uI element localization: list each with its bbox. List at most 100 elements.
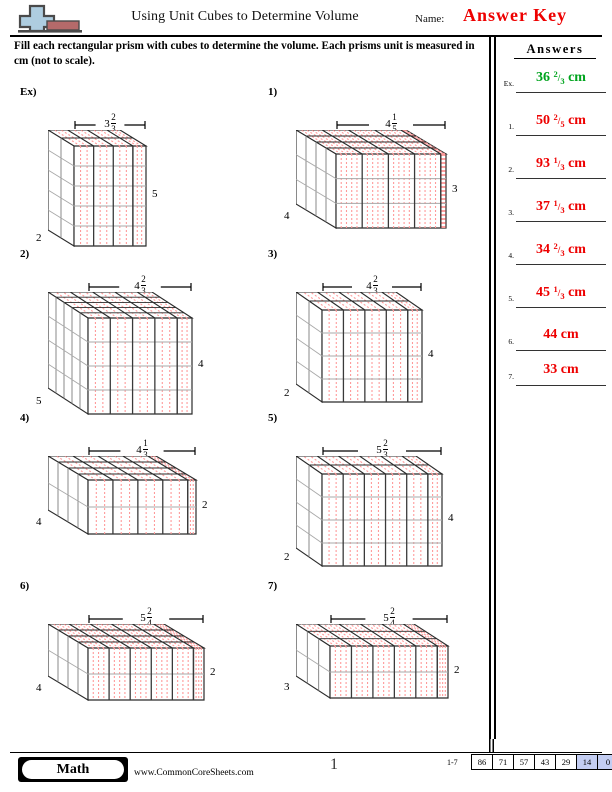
site-url: www.CommonCoreSheets.com (134, 768, 254, 778)
answer-value: 33 cm (543, 362, 579, 377)
height-dimension-label: 2 (454, 664, 460, 676)
problem-number: 6) (20, 580, 30, 592)
height-dimension-label: 3 (452, 183, 458, 195)
width-whole: 5 (376, 444, 382, 457)
prism-figure (296, 130, 476, 258)
answer-write-line (516, 221, 606, 223)
depth-dimension-label: 5 (36, 395, 42, 407)
problem-number: Ex) (20, 86, 37, 98)
score-scale: 86 71 57 43 29 14 0 (471, 754, 612, 770)
height-dimension-label: 5 (152, 188, 158, 200)
answer-write-line (516, 264, 606, 266)
width-whole: 5 (140, 612, 146, 625)
answers-heading: Answers (526, 42, 584, 56)
depth-dimension-label: 4 (284, 210, 290, 222)
header-divider (10, 35, 602, 37)
answer-row-number: 2. (508, 165, 514, 174)
problem-2: 2) 423 4 5 (14, 248, 249, 416)
answer-row-number: 6. (508, 337, 514, 346)
depth-dimension-label: 2 (284, 387, 290, 399)
height-dimension-label: 4 (448, 512, 454, 524)
score-cell: 29 (555, 754, 577, 770)
width-whole: 4 (134, 280, 140, 293)
width-dimension-bracket: 415 (336, 108, 446, 133)
answer-value: 36 2/3 cm (536, 69, 586, 86)
answer-write-line (516, 307, 606, 309)
prism-figure (296, 292, 452, 432)
answer-row: 3. 37 1/3 cm (499, 193, 609, 227)
answer-write-line (516, 92, 606, 94)
width-whole: 4 (136, 444, 142, 457)
score-pointer (489, 739, 495, 753)
prism-figure (296, 624, 478, 728)
answer-row-number: Ex. (503, 79, 514, 88)
answer-row: 7. 33 cm (499, 357, 609, 391)
score-cell: 86 (471, 754, 493, 770)
problem-number: 7) (268, 580, 278, 592)
subject-badge: Math (18, 757, 128, 782)
plus-block-logo-icon (16, 3, 94, 35)
width-whole: 3 (104, 118, 110, 131)
height-dimension-label: 4 (428, 348, 434, 360)
width-dimension-bracket: 524 (330, 602, 448, 627)
width-dimension-bracket: 523 (322, 434, 442, 459)
answer-row-number: 4. (508, 251, 514, 260)
answer-row: 1. 50 2/5 cm (499, 107, 609, 141)
answer-value: 45 1/3 cm (536, 284, 586, 301)
depth-dimension-label: 3 (284, 681, 290, 693)
width-dimension-bracket: 323 (74, 108, 146, 133)
answer-value: 44 cm (543, 327, 579, 342)
prism-figure (296, 456, 472, 596)
width-dimension-bracket: 413 (88, 434, 196, 459)
width-whole: 4 (366, 280, 372, 293)
width-whole: 4 (385, 118, 391, 131)
page-number: 1 (330, 756, 338, 773)
problem-3: 3) 423 4 2 (262, 248, 497, 413)
width-dimension-bracket: 423 (322, 270, 422, 295)
problem-number: 3) (268, 248, 278, 260)
width-whole: 5 (383, 612, 389, 625)
answers-heading-underline (514, 58, 596, 60)
width-dimension-bracket: 423 (88, 270, 192, 295)
worksheet-page: Using Unit Cubes to Determine Volume Nam… (0, 0, 612, 792)
answer-key-badge: Answer Key (463, 5, 568, 25)
depth-dimension-label: 2 (36, 232, 42, 244)
answer-write-line (516, 135, 606, 137)
problem-6: 6) 524 2 4 (14, 580, 249, 745)
width-dimension-bracket: 524 (88, 602, 204, 627)
answer-row-number: 3. (508, 208, 514, 217)
answer-row-number: 7. (508, 372, 514, 381)
prism-figure (48, 624, 234, 730)
height-dimension-label: 2 (210, 666, 216, 678)
answer-value: 37 1/3 cm (536, 198, 586, 215)
prism-figure (48, 456, 226, 564)
answer-write-line (516, 385, 606, 387)
depth-dimension-label: 4 (36, 516, 42, 528)
score-cell: 0 (597, 754, 612, 770)
page-title: Using Unit Cubes to Determine Volume (131, 9, 359, 24)
instructions-text: Fill each rectangular prism with cubes t… (14, 40, 475, 67)
answer-value: 50 2/5 cm (536, 112, 586, 129)
problem-number: 4) (20, 412, 30, 424)
answer-write-line (516, 178, 606, 180)
problem-7: 7) 524 2 3 (262, 580, 497, 745)
name-label: Name: (415, 13, 445, 25)
depth-dimension-label: 2 (284, 551, 290, 563)
problem-number: 2) (20, 248, 30, 260)
answer-row: 4. 34 2/3 cm (499, 236, 609, 270)
score-cell: 57 (513, 754, 535, 770)
answer-value: 93 1/3 cm (536, 155, 586, 172)
problem-number: 5) (268, 412, 278, 424)
answer-row: 2. 93 1/3 cm (499, 150, 609, 184)
problem-4: 4) 413 2 4 (14, 412, 249, 577)
score-cell: 43 (534, 754, 556, 770)
answer-row: 5. 45 1/3 cm (499, 279, 609, 313)
height-dimension-label: 2 (202, 499, 208, 511)
score-cell: 14 (576, 754, 598, 770)
problem-example: Ex) 323 5 2 (14, 86, 249, 251)
answer-row-number: 5. (508, 294, 514, 303)
problem-number: 1) (268, 86, 278, 98)
answer-row: 6. 44 cm (499, 322, 609, 356)
problem-1: 1) 415 3 4 (262, 86, 497, 251)
score-range-label: 1-7 (447, 758, 458, 767)
